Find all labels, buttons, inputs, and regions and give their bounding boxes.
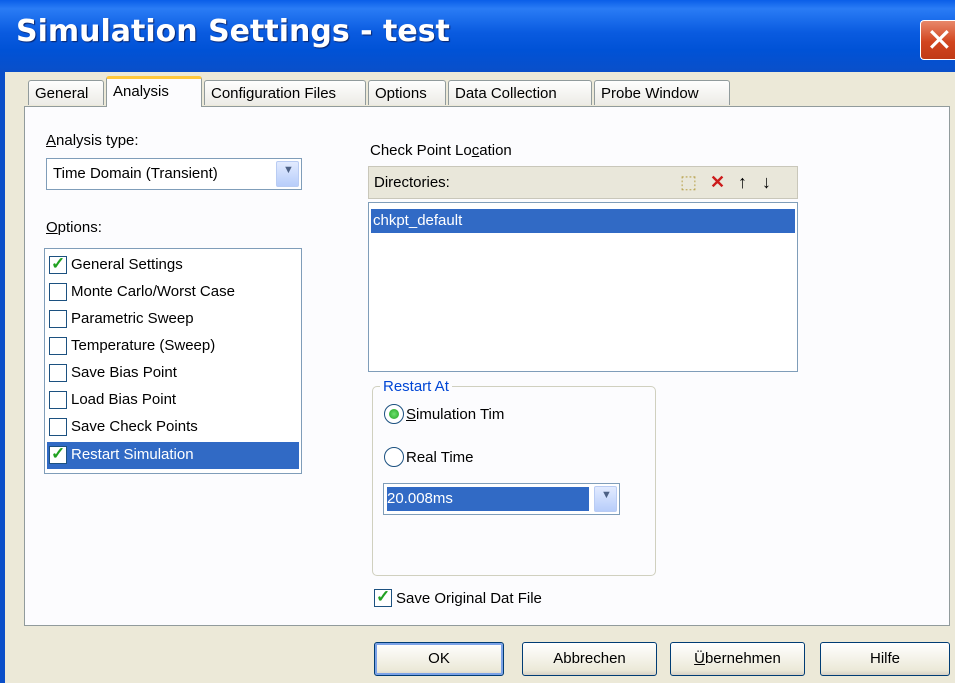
list-item-selected[interactable]: ✓ Restart Simulation	[47, 442, 299, 469]
new-folder-icon[interactable]: ⬚	[680, 172, 697, 192]
restart-time-dropdown-button[interactable]: ▼	[594, 486, 617, 512]
analysis-type-label: Analysis type:	[46, 132, 139, 149]
checkbox[interactable]	[49, 391, 67, 409]
checkbox[interactable]	[49, 364, 67, 382]
tab-options[interactable]: Options	[368, 80, 446, 105]
directories-header: Directories:	[368, 166, 798, 199]
directories-label: Directories:	[374, 174, 450, 191]
checkbox[interactable]: ✓	[49, 254, 67, 274]
options-list[interactable]: ✓ General Settings Monte Carlo/Worst Cas…	[44, 248, 302, 474]
delete-icon[interactable]: ✕	[710, 172, 725, 192]
checkbox[interactable]	[49, 418, 67, 436]
radio-selected-dot	[389, 409, 399, 419]
list-item[interactable]: ✓ General Settings	[47, 252, 299, 279]
window-frame	[0, 72, 5, 683]
tab-general[interactable]: General	[28, 80, 104, 105]
list-item[interactable]: Save Bias Point	[47, 360, 299, 387]
tab-analysis[interactable]: Analysis	[106, 76, 202, 107]
window-title: Simulation Settings - test	[16, 14, 450, 49]
close-icon: ✕	[926, 21, 953, 59]
real-time-label[interactable]: Real Time	[406, 449, 474, 466]
move-down-icon[interactable]: ↓	[762, 172, 771, 192]
check-icon: ✓	[51, 254, 66, 273]
checkbox[interactable]: ✓	[49, 444, 67, 464]
save-original-label[interactable]: Save Original Dat File	[396, 590, 542, 607]
checkbox[interactable]	[49, 310, 67, 328]
ok-button[interactable]: OK	[374, 642, 504, 676]
check-point-location-label: Check Point Location	[370, 142, 512, 159]
list-item[interactable]: Save Check Points	[47, 414, 299, 441]
tab-configuration-files[interactable]: Configuration Files	[204, 80, 366, 105]
close-button[interactable]: ✕	[920, 20, 955, 60]
options-label: Options:	[46, 219, 102, 236]
apply-button[interactable]: Übernehmen	[670, 642, 805, 676]
restart-at-legend: Restart At	[380, 378, 452, 395]
tab-data-collection[interactable]: Data Collection	[448, 80, 592, 105]
chevron-down-icon: ▼	[601, 489, 612, 501]
list-item[interactable]: Temperature (Sweep)	[47, 333, 299, 360]
list-item[interactable]: Load Bias Point	[47, 387, 299, 414]
directories-list[interactable]: chkpt_default	[368, 202, 798, 372]
list-item[interactable]: Monte Carlo/Worst Case	[47, 279, 299, 306]
tab-probe-window[interactable]: Probe Window	[594, 80, 730, 105]
restart-time-select[interactable]: 20.008ms ▼	[383, 483, 620, 515]
checkbox[interactable]	[49, 337, 67, 355]
simulation-time-radio[interactable]	[384, 404, 404, 424]
analysis-type-dropdown-button[interactable]: ▼	[276, 161, 299, 187]
chevron-down-icon: ▼	[283, 164, 294, 176]
cancel-button[interactable]: Abbrechen	[522, 642, 657, 676]
simulation-time-label[interactable]: Simulation Tim	[406, 406, 504, 423]
check-icon: ✓	[51, 444, 66, 463]
move-up-icon[interactable]: ↑	[738, 172, 747, 192]
save-original-checkbox[interactable]: ✓	[374, 587, 392, 607]
check-icon: ✓	[376, 587, 391, 606]
list-item-selected[interactable]: chkpt_default	[371, 209, 795, 233]
help-button[interactable]: Hilfe	[820, 642, 950, 676]
list-item[interactable]: Parametric Sweep	[47, 306, 299, 333]
checkbox[interactable]	[49, 283, 67, 301]
real-time-radio[interactable]	[384, 447, 404, 467]
analysis-type-select[interactable]: Time Domain (Transient) ▼	[46, 158, 302, 190]
title-bar[interactable]: Simulation Settings - test ✕	[0, 0, 955, 72]
